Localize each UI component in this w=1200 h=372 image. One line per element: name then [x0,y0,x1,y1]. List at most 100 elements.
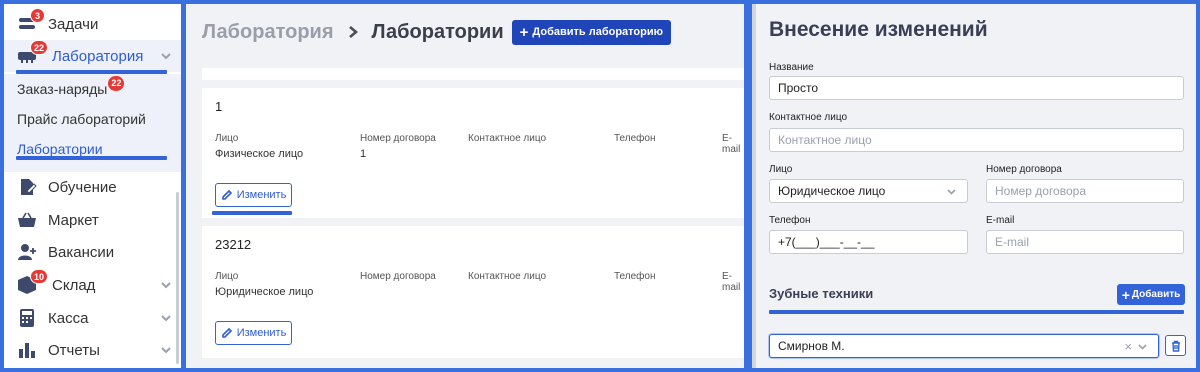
breadcrumb-parent[interactable]: Лаборатория [202,21,334,44]
contact-field[interactable]: Контактное лицо [769,128,1184,152]
contract-value: 1 [360,148,367,160]
laboratory-badge: 22 [30,40,49,55]
chevron-down-icon [946,186,957,197]
edit-label: Изменить [236,189,287,201]
email-label: E-mail [986,215,1015,226]
highlight-underline [769,310,1184,314]
phone-label: Телефон [769,215,811,226]
education-icon [16,176,38,198]
delete-technician-button[interactable] [1165,335,1186,356]
chevron-right-icon [346,25,360,39]
sidebar-subitem-labs[interactable]: Лаборатории [4,134,181,172]
column-contract: Номер договора [360,133,436,144]
sidebar-item-vacancies-label: Вакансии [48,243,115,261]
plus-icon: + [519,23,529,41]
sidebar-item-reports-label: Отчеты [48,341,100,359]
labs-panel: Лаборатория Лаборатории + Добавить лабор… [186,4,744,368]
edit-button[interactable]: Изменить [215,321,292,345]
tasks-icon: 3 [16,8,45,35]
warehouse-badge: 10 [30,269,49,284]
face-select[interactable]: Юридическое лицо [769,179,968,203]
add-laboratory-label: Добавить лабораторию [532,26,664,38]
sidebar-subitem-labs-label: Лаборатории [17,141,103,157]
sidebar-item-laboratory-label: Лаборатория [52,47,144,65]
lab-card: 23212 Лицо Номер договора Контактное лиц… [202,226,744,358]
lab-name: 23212 [215,237,252,252]
face-value: Физическое лицо [215,148,304,160]
face-select-value: Юридическое лицо [778,184,886,198]
face-label: Лицо [769,164,793,175]
sidebar-item-vacancies[interactable]: Вакансии [4,236,181,268]
column-contract: Номер договора [360,271,436,282]
technician-value: Смирнов М. [778,339,845,353]
sidebar-item-cash[interactable]: Касса [4,302,181,334]
add-user-icon [16,241,38,263]
sidebar-item-market-label: Маркет [48,211,99,229]
sidebar-item-reports[interactable]: Отчеты [4,334,181,366]
contract-field[interactable]: Номер договора [986,179,1184,203]
email-field[interactable]: E-mail [986,230,1184,254]
sidebar: 3 Задачи 22 Лаборатория Заказ-наряды 22 … [4,4,181,368]
form-scrollbar[interactable] [752,4,756,368]
highlight-underline [212,211,292,215]
laboratory-icon: 22 [16,40,49,67]
form-title: Внесение изменений [769,18,988,41]
column-email: E-mail [722,133,741,155]
sidebar-item-laboratory[interactable]: 22 Лаборатория [4,40,181,72]
pencil-icon [221,327,232,338]
sidebar-subitem-price[interactable]: Прайс лабораторий [4,104,181,134]
sidebar-item-education[interactable]: Обучение [4,171,181,203]
sidebar-subitem-orders-label: Заказ-наряды [17,81,108,97]
edit-button[interactable]: Изменить [215,183,292,207]
sidebar-item-warehouse[interactable]: 10 Склад [4,269,181,301]
chevron-down-icon [1137,341,1148,352]
labs-header: Лаборатория Лаборатории + Добавить лабор… [186,4,744,60]
column-contact: Контактное лицо [468,133,547,144]
sidebar-item-education-label: Обучение [48,178,117,196]
column-phone: Телефон [614,271,656,282]
sidebar-scrollbar[interactable] [176,192,179,364]
orders-badge: 22 [108,75,125,91]
chevron-down-icon [159,278,173,292]
clear-icon[interactable]: × [1124,339,1132,354]
plus-icon: + [1121,286,1130,303]
name-label: Название [769,62,814,73]
column-face: Лицо [215,271,239,282]
contact-label: Контактное лицо [769,112,848,123]
column-phone: Телефон [614,133,656,144]
technicians-title: Зубные техники [769,286,874,301]
chevron-down-icon [159,343,173,357]
technician-select[interactable]: Смирнов М. × [769,334,1159,358]
lab-name: 1 [215,99,223,114]
add-technician-button[interactable]: + Добавить [1117,284,1185,305]
edit-label: Изменить [236,327,287,339]
basket-icon [16,209,38,231]
sidebar-subitem-price-label: Прайс лабораторий [17,111,146,127]
lab-card: 1 Лицо Номер договора Контактное лицо Те… [202,88,744,218]
add-laboratory-button[interactable]: + Добавить лабораторию [511,19,672,45]
sidebar-item-tasks-label: Задачи [48,15,99,33]
chevron-down-icon [159,49,173,63]
pencil-icon [221,189,232,200]
sidebar-item-warehouse-label: Склад [52,276,96,294]
sidebar-item-tasks[interactable]: 3 Задачи [4,8,181,40]
phone-field[interactable]: +7(___)___-__-__ [769,230,968,254]
sidebar-item-cash-label: Касса [48,309,89,327]
sidebar-item-market[interactable]: Маркет [4,204,181,236]
name-field[interactable]: Просто [769,76,1184,100]
sidebar-subitem-orders[interactable]: Заказ-наряды 22 [4,74,181,104]
edit-form-panel: Внесение изменений Название Просто Конта… [752,4,1196,368]
face-value: Юридическое лицо [215,286,314,298]
trash-icon [1171,340,1180,352]
box-icon: 10 [16,269,49,296]
tasks-badge: 3 [30,8,45,23]
previous-card-bottom [202,68,744,80]
column-email: E-mail [722,271,741,293]
contract-label: Номер договора [986,164,1062,175]
chevron-down-icon [159,311,173,325]
calculator-icon [16,307,38,329]
highlight-underline [16,156,167,160]
add-technician-label: Добавить [1131,289,1181,300]
page-title: Лаборатории [371,20,504,43]
column-contact: Контактное лицо [468,271,547,282]
